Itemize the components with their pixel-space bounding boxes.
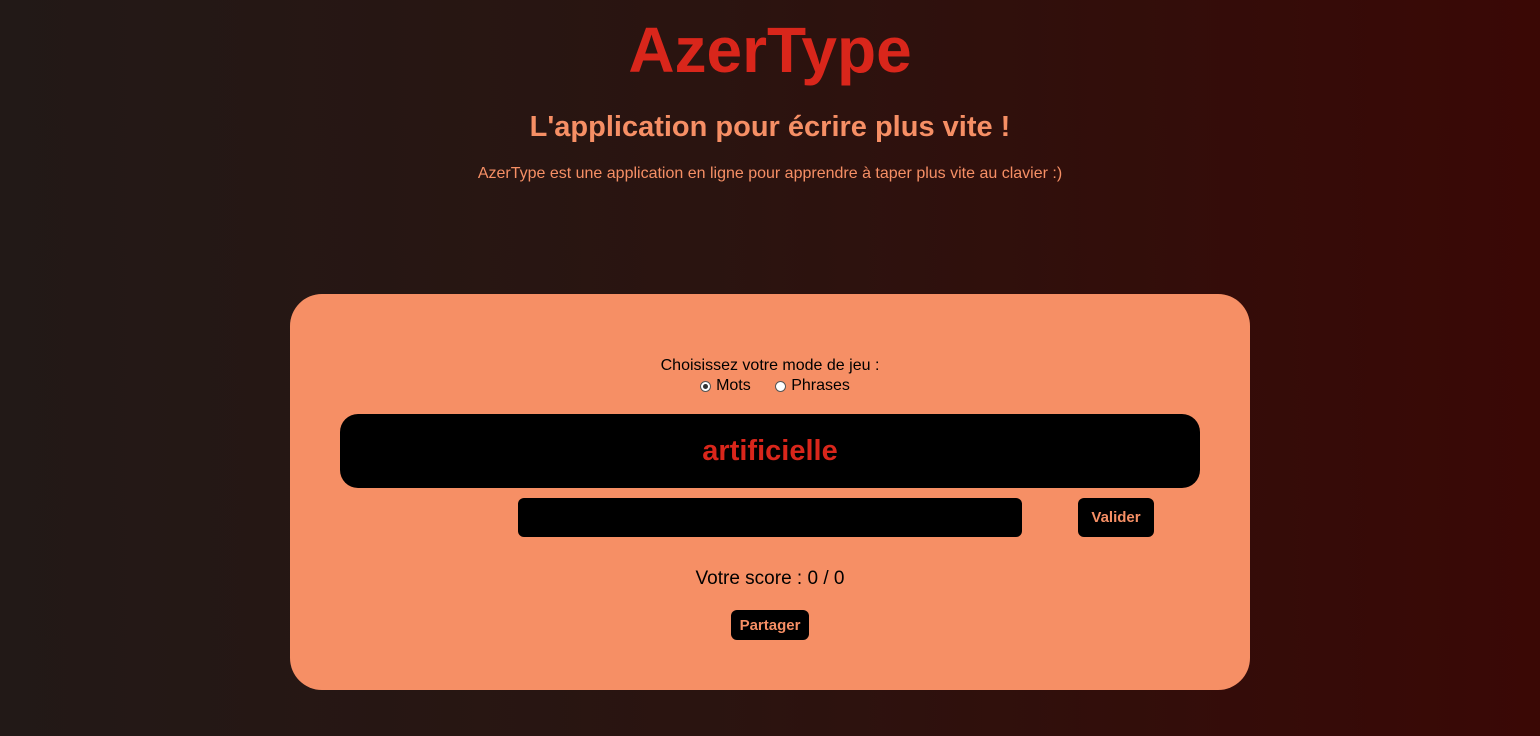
mots-radio-button[interactable] <box>700 380 712 392</box>
mode-option-mots[interactable]: Mots <box>700 376 751 396</box>
app-subtitle: L'application pour écrire plus vite ! <box>529 111 1011 143</box>
mode-option-phrases[interactable]: Phrases <box>775 376 850 396</box>
phrases-radio-button[interactable] <box>775 380 787 392</box>
score-text: Votre score : 0 / 0 <box>695 568 845 589</box>
game-card: Choisissez votre mode de jeu : Mots Phra… <box>290 294 1250 690</box>
validate-button[interactable]: Valider <box>1078 498 1154 537</box>
phrases-label: Phrases <box>791 377 850 394</box>
app-description: AzerType est une application en ligne po… <box>477 165 1063 182</box>
mots-label: Mots <box>716 377 751 394</box>
answer-input[interactable] <box>518 498 1022 537</box>
share-button[interactable]: Partager <box>731 610 809 640</box>
word-to-type: artificielle <box>702 434 838 467</box>
mode-options: Mots Phrases <box>290 376 1250 398</box>
mode-label: Choisissez votre mode de jeu : <box>660 357 880 374</box>
word-display: artificielle <box>340 414 1200 488</box>
app-title: AzerType <box>628 14 912 86</box>
